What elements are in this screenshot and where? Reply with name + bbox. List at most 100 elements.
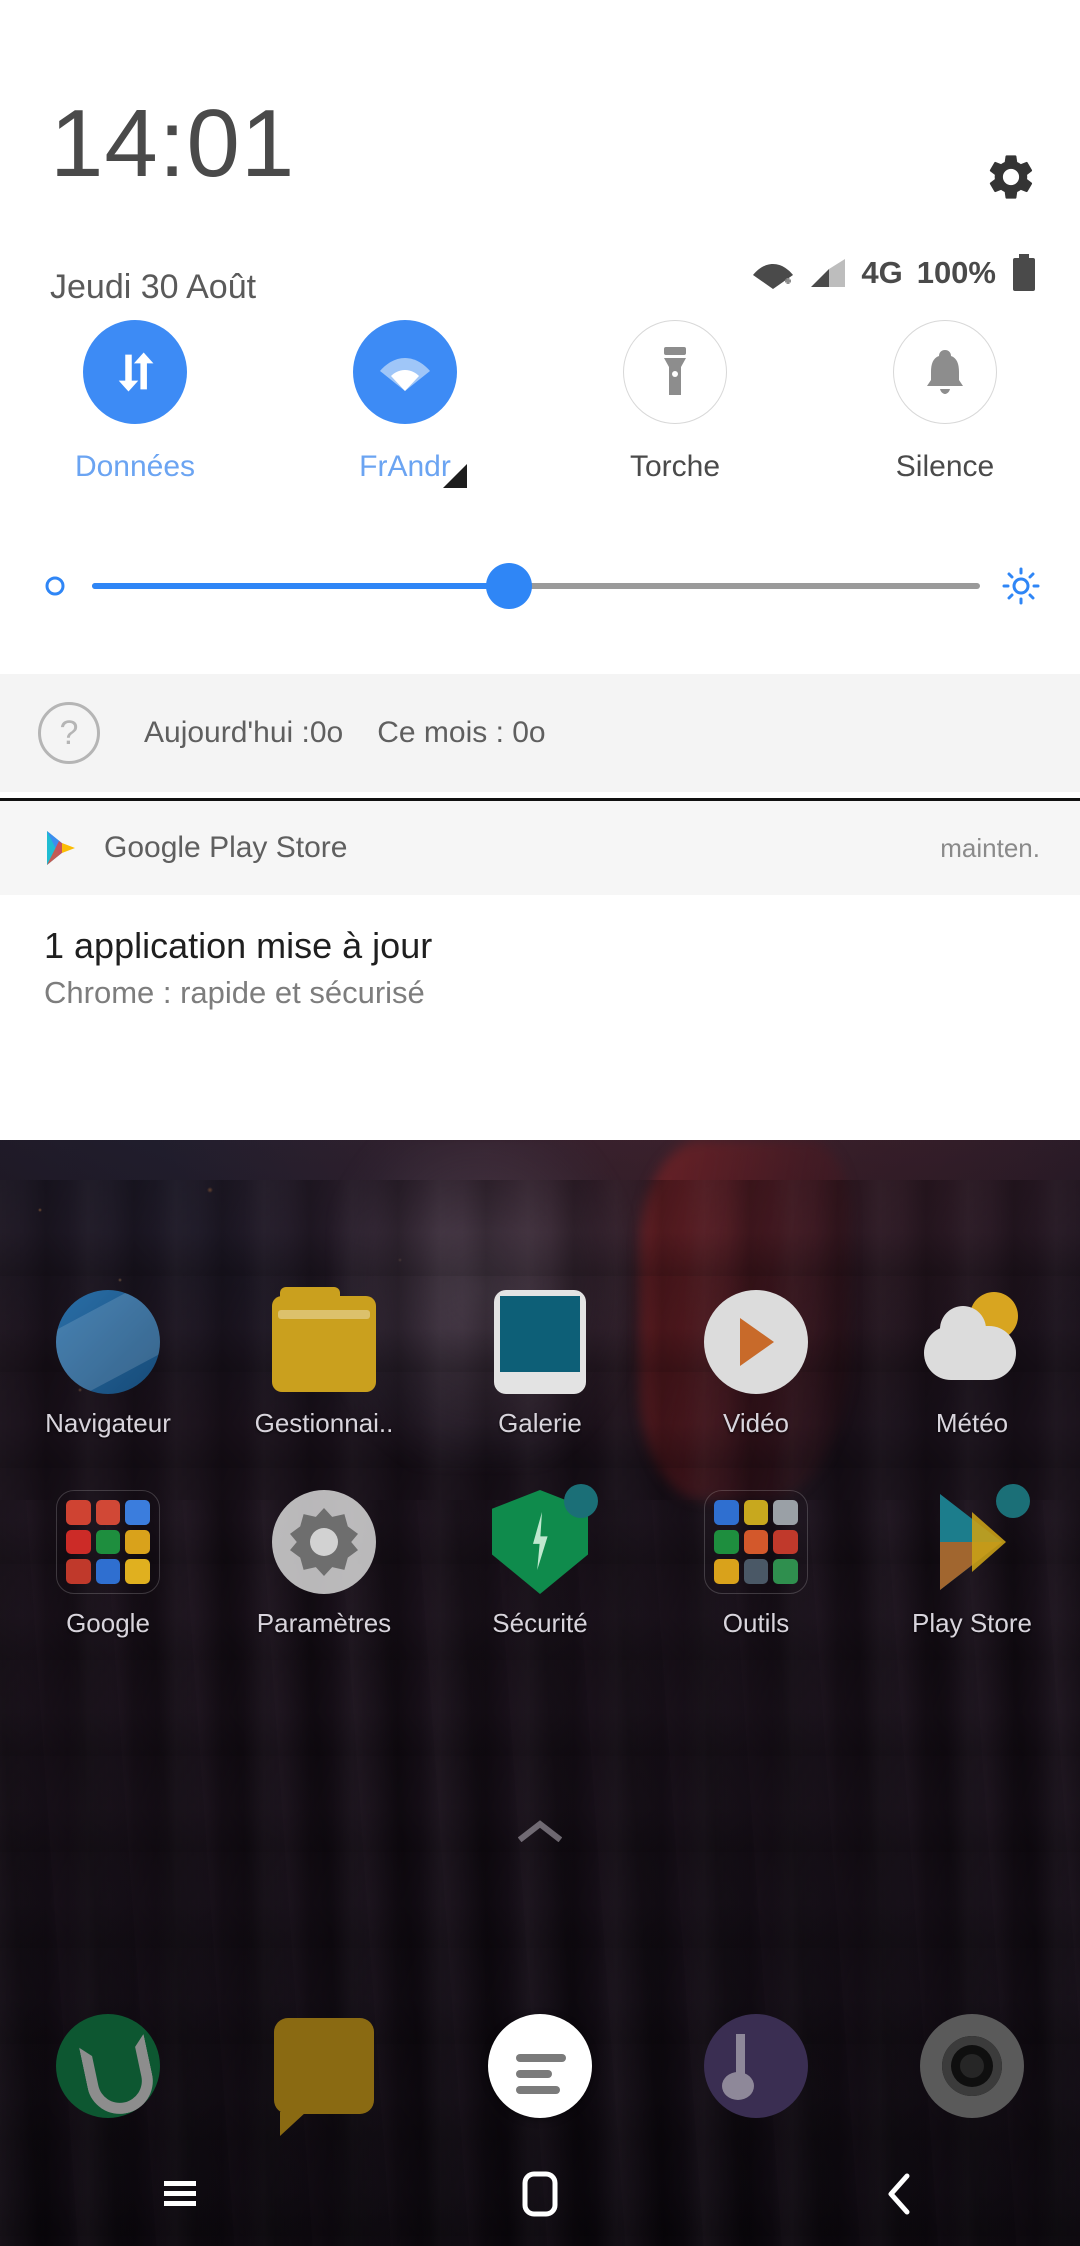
notification-header: Google Play Store mainten.: [0, 801, 1080, 895]
notification-app-name: Google Play Store: [104, 831, 348, 864]
expand-corner-icon[interactable]: [442, 464, 467, 488]
app-label: Gestionnai..: [254, 1408, 394, 1438]
app-grid-row-1: Navigateur Gestionnai.. Galerie Vidéo Mé…: [0, 1287, 1080, 1439]
dock-item-camera[interactable]: [864, 2014, 1080, 2118]
brightness-slider-row: [0, 538, 1080, 634]
battery-percent-label: 100%: [916, 255, 996, 290]
nav-home-button[interactable]: [360, 2142, 720, 2246]
app-securite[interactable]: Sécurité: [432, 1484, 648, 1639]
wifi-icon: [353, 320, 457, 424]
gallery-icon: [488, 1290, 592, 1394]
notification-time: mainten.: [940, 832, 1040, 863]
settings-icon: [272, 1490, 376, 1594]
data-usage-month: Ce mois : 0o: [377, 716, 546, 749]
app-parametres[interactable]: Paramètres: [216, 1490, 432, 1639]
security-shield-icon: [488, 1484, 598, 1594]
play-store-icon: [920, 1484, 1030, 1594]
date: Jeudi 30 Août: [50, 268, 257, 306]
chevron-up-icon[interactable]: [518, 1818, 562, 1842]
video-player-icon: [704, 1290, 808, 1394]
app-video[interactable]: Vidéo: [648, 1290, 864, 1439]
app-label: Sécurité: [492, 1608, 588, 1638]
app-grid-row-2: Google Paramètres Sécurité Outils Play S…: [0, 1484, 1080, 1639]
settings-button[interactable]: [984, 150, 1038, 204]
dock-item-messages[interactable]: [216, 2014, 432, 2136]
brightness-slider-fill: [92, 583, 510, 589]
app-navigateur[interactable]: Navigateur: [0, 1290, 216, 1439]
brightness-slider-thumb[interactable]: [486, 563, 533, 609]
qs-tile-label: Torche: [629, 450, 721, 483]
phone-icon: [56, 2014, 160, 2118]
tools-folder-icon: [704, 1490, 808, 1594]
dock-item-music[interactable]: [648, 2014, 864, 2118]
app-label: Vidéo: [722, 1408, 790, 1438]
navigation-bar: [0, 2142, 1080, 2246]
notification-body[interactable]: 1 application mise à jour Chrome : rapid…: [0, 895, 1080, 1045]
app-label: Play Store: [912, 1608, 1032, 1638]
qs-tile-label: FrAndr: [359, 450, 467, 488]
app-label: Google: [66, 1608, 150, 1638]
home-icon: [522, 2171, 558, 2217]
bell-icon: [893, 320, 997, 424]
app-gestionnaire[interactable]: Gestionnai..: [216, 1287, 432, 1439]
music-icon: [704, 2014, 808, 2118]
app-label: Galerie: [498, 1408, 582, 1438]
data-usage-today: Aujourd'hui :0o: [144, 716, 344, 749]
data-sync-icon: [83, 320, 187, 424]
browser-icon: [56, 1290, 160, 1394]
app-row: Google Paramètres Sécurité Outils Play S…: [0, 1484, 1080, 1639]
app-google-folder[interactable]: Google: [0, 1490, 216, 1639]
qs-tile-silence[interactable]: Silence: [810, 320, 1080, 484]
qs-tile-torche[interactable]: Torche: [540, 320, 810, 484]
app-play-store[interactable]: Play Store: [864, 1484, 1080, 1639]
notification-badge: [564, 1484, 598, 1518]
app-label: Paramètres: [256, 1608, 392, 1638]
brightness-low-icon: [45, 576, 65, 596]
app-galerie[interactable]: Galerie: [432, 1290, 648, 1439]
app-meteo[interactable]: Météo: [864, 1290, 1080, 1439]
question-mark-icon[interactable]: ?: [38, 702, 100, 764]
camera-icon: [920, 2014, 1024, 2118]
file-manager-icon: [272, 1287, 376, 1394]
app-label: Outils: [722, 1608, 790, 1638]
qs-tile-label: Silence: [895, 450, 995, 483]
app-outils[interactable]: Outils: [648, 1490, 864, 1639]
brightness-high-icon: [1002, 567, 1040, 605]
app-row: Navigateur Gestionnai.. Galerie Vidéo Mé…: [0, 1287, 1080, 1439]
wifi-icon: [753, 264, 794, 289]
app-drawer-icon: [488, 2014, 592, 2118]
notification-badge: [996, 1484, 1030, 1518]
notification-card[interactable]: Google Play Store mainten. 1 application…: [0, 798, 1080, 1045]
qs-tile-donnees[interactable]: Données: [0, 320, 270, 484]
flashlight-icon: [623, 320, 727, 424]
qs-tile-wifi[interactable]: FrAndr: [270, 320, 540, 488]
notification-subtitle: Chrome : rapide et sécurisé: [44, 975, 425, 1010]
nav-back-button[interactable]: [720, 2142, 1080, 2246]
quick-settings-tiles: Données FrAndr Torche Silence: [0, 320, 1080, 488]
network-type-label: 4G: [861, 255, 903, 290]
messages-icon: [274, 2018, 374, 2136]
gear-icon: [989, 155, 1033, 199]
nav-recents-button[interactable]: [0, 2142, 360, 2246]
recents-icon: [164, 2181, 196, 2206]
status-icons: 4G 100%: [751, 253, 1038, 293]
battery-icon: [1013, 254, 1035, 291]
data-usage-bar[interactable]: ? Aujourd'hui :0o Ce mois : 0o: [0, 674, 1080, 792]
app-label: Navigateur: [45, 1408, 171, 1438]
notification-shade: 14:01 Jeudi 30 Août 4G 100% Données FrAn…: [0, 0, 1080, 1140]
clock: 14:01: [50, 90, 296, 197]
shade-header: 14:01 Jeudi 30 Août 4G 100%: [0, 0, 1080, 306]
dock: [0, 2014, 1080, 2136]
cellular-signal-icon: [811, 259, 846, 287]
qs-tile-label-text: FrAndr: [359, 450, 451, 483]
data-usage-text: Aujourd'hui :0o Ce mois : 0o: [144, 716, 546, 750]
notification-title: 1 application mise à jour: [44, 925, 433, 966]
google-folder-icon: [56, 1490, 160, 1594]
app-label: Météo: [935, 1408, 1009, 1438]
google-play-icon: [47, 831, 75, 865]
dock-item-phone[interactable]: [0, 2014, 216, 2118]
brightness-slider[interactable]: [92, 563, 980, 609]
back-icon: [888, 2173, 910, 2215]
dock-item-app-drawer[interactable]: [432, 2014, 648, 2118]
qs-tile-label: Données: [74, 450, 196, 483]
